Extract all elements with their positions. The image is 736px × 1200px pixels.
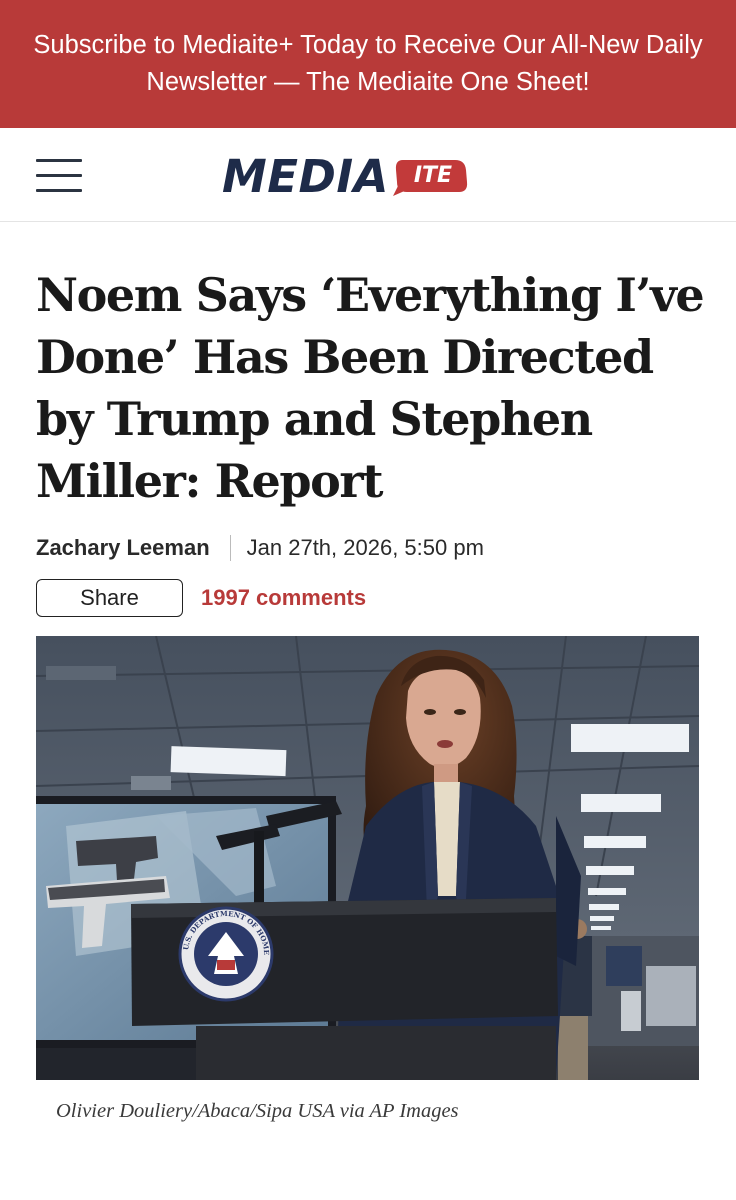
logo-wordmark: MEDIA [222, 149, 389, 203]
byline-divider [229, 535, 231, 561]
logo-badge-text: ITE [413, 163, 453, 188]
publish-date: Jan 27th, 2026, 5:50 pm [246, 535, 484, 560]
photo-caption: Olivier Douliery/Abaca/Sipa USA via AP I… [56, 1100, 459, 1122]
logo-speech-bubble: ITE [392, 156, 471, 196]
article-hero-image: U.S. DEPARTMENT OF HOMELAND SECURITY [36, 636, 699, 1080]
article-headline: Noem Says ‘Everything I’ve Done’ Has Bee… [36, 268, 705, 508]
press-briefing-photo: U.S. DEPARTMENT OF HOMELAND SECURITY [36, 636, 699, 1080]
share-button[interactable]: Share [36, 579, 183, 617]
promo-banner-text[interactable]: Subscribe to Mediaite+ Today to Receive … [28, 27, 708, 101]
author-link[interactable]: Zachary Leeman [36, 535, 210, 561]
article-byline: Zachary Leeman Jan 27th, 2026, 5:50 pm [36, 532, 484, 564]
promo-banner[interactable]: Subscribe to Mediaite+ Today to Receive … [0, 0, 736, 128]
hamburger-menu-icon[interactable] [36, 156, 84, 194]
site-logo[interactable]: MEDIA ITE [222, 148, 522, 204]
site-header: MEDIA ITE [0, 128, 736, 222]
comments-link[interactable]: 1997 comments [201, 585, 366, 611]
article-actions: Share 1997 comments [36, 579, 366, 617]
